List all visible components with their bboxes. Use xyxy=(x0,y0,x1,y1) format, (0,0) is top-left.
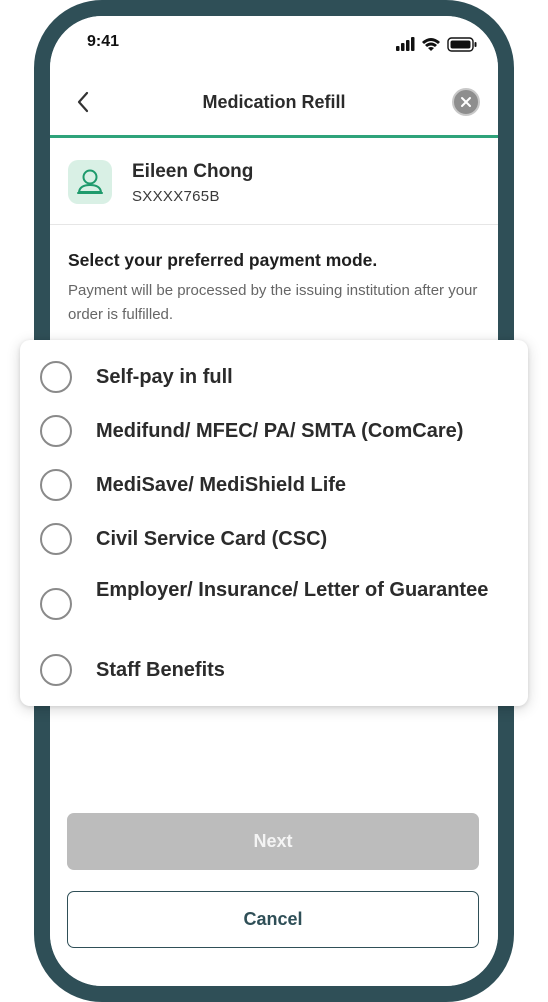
next-button[interactable]: Next xyxy=(67,813,479,870)
person-icon xyxy=(77,169,103,194)
payment-option-medifund[interactable]: Medifund/ MFEC/ PA/ SMTA (ComCare) xyxy=(20,415,528,447)
close-icon xyxy=(461,97,471,107)
radio-button[interactable] xyxy=(40,415,72,447)
battery-icon xyxy=(447,37,477,52)
avatar xyxy=(68,160,112,204)
payment-option-staff-benefits[interactable]: Staff Benefits xyxy=(20,654,528,686)
patient-name: Eileen Chong xyxy=(132,161,254,182)
status-time: 9:41 xyxy=(87,33,120,50)
radio-button[interactable] xyxy=(40,523,72,555)
patient-profile: Eileen Chong SXXXX765B xyxy=(50,138,498,225)
radio-button[interactable] xyxy=(40,654,72,686)
patient-id: SXXXX765B xyxy=(132,188,220,205)
payment-option-label: Self-pay in full xyxy=(96,366,233,388)
app-stage: 9:41 Medication Refill Eileen Chong SXXX… xyxy=(0,0,548,1002)
payment-option-employer[interactable]: Employer/ Insurance/ Letter of Guarantee xyxy=(20,577,528,631)
payment-mode-description: Payment will be processed by the issuing… xyxy=(68,282,478,323)
payment-option-label: Staff Benefits xyxy=(96,659,225,681)
status-icons xyxy=(396,34,478,54)
payment-option-self-pay[interactable]: Self-pay in full xyxy=(20,361,528,393)
signal-icon xyxy=(396,37,415,51)
radio-button[interactable] xyxy=(40,588,72,620)
radio-button[interactable] xyxy=(40,469,72,501)
wifi-icon xyxy=(422,38,440,51)
payment-options-list: Self-pay in full Medifund/ MFEC/ PA/ SMT… xyxy=(20,340,528,706)
radio-button[interactable] xyxy=(40,361,72,393)
payment-mode-heading: Select your preferred payment mode. xyxy=(68,250,378,270)
payment-option-label: Medifund/ MFEC/ PA/ SMTA (ComCare) xyxy=(96,420,464,442)
cancel-button[interactable]: Cancel xyxy=(67,891,479,948)
payment-option-label: Employer/ Insurance/ Letter of Guarantee xyxy=(96,579,489,601)
payment-option-medisave[interactable]: MediSave/ MediShield Life xyxy=(20,469,528,501)
close-button[interactable] xyxy=(452,88,480,116)
payment-option-label: Civil Service Card (CSC) xyxy=(96,528,328,550)
payment-option-label: MediSave/ MediShield Life xyxy=(96,474,347,496)
page-title: Medication Refill xyxy=(202,92,346,112)
payment-option-csc[interactable]: Civil Service Card (CSC) xyxy=(20,523,528,555)
